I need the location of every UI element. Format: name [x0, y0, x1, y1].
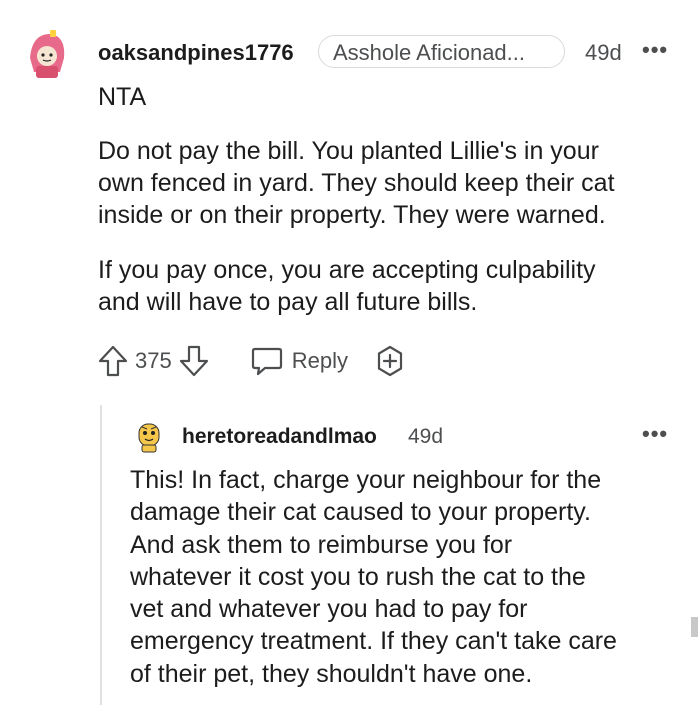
more-options-button[interactable]: ••• [642, 37, 669, 62]
ellipsis-icon: ••• [642, 421, 669, 446]
text-line: whatever it cost you to rush the cat to … [130, 562, 586, 591]
reply-button[interactable]: Reply [250, 345, 348, 377]
text-line: Do not pay the bill. You planted Lillie'… [98, 137, 599, 165]
plus-award-icon [377, 345, 403, 377]
award-button[interactable] [374, 345, 406, 377]
text-line: This! In fact, charge your neighbour for… [130, 466, 602, 494]
speech-bubble-icon [251, 347, 282, 376]
text-line: And ask them to reimburse you for [130, 530, 513, 559]
text-line: and will have to pay all future bills. [98, 288, 478, 316]
downvote-button[interactable] [178, 344, 210, 378]
reply-label: Reply [291, 348, 348, 373]
avatar[interactable] [131, 418, 167, 454]
reply-timestamp: 49d [408, 425, 444, 448]
text-line: emergency treatment. If they can't take … [130, 627, 617, 656]
upvote-arrow-icon [98, 345, 128, 377]
comment-actions: 375 Reply [97, 342, 406, 380]
avatar[interactable] [20, 28, 74, 82]
text-line: inside or on their property. They were w… [98, 201, 606, 229]
comment-paragraph: Do not pay the bill. You planted Lillie'… [98, 135, 615, 231]
text-line: damage their cat caused to your property… [130, 498, 591, 527]
ellipsis-icon: ••• [642, 37, 669, 62]
user-flair: Asshole Aficionad... [318, 35, 565, 68]
upvote-button[interactable] [97, 344, 129, 378]
reply-body: This! In fact, charge your neighbour for… [130, 464, 617, 690]
comment-paragraph: If you pay once, you are accepting culpa… [98, 254, 596, 318]
vote-count: 375 [135, 348, 172, 373]
text-line: own fenced in yard. They should keep the… [98, 169, 615, 197]
reply-username[interactable]: heretoreadandlmao [182, 425, 377, 449]
text-line: vet and whatever you had to pay for [130, 595, 528, 624]
comment-verdict: NTA [98, 83, 147, 111]
comment-timestamp: 49d [585, 40, 622, 65]
thread-line[interactable] [100, 405, 102, 705]
downvote-arrow-icon [179, 345, 208, 377]
comment-username[interactable]: oaksandpines1776 [98, 40, 294, 66]
scrollbar-thumb[interactable] [691, 617, 698, 637]
text-line: of their pet, they shouldn't have one. [130, 659, 533, 688]
text-line: If you pay once, you are accepting culpa… [98, 256, 596, 284]
more-options-button[interactable]: ••• [642, 421, 669, 446]
